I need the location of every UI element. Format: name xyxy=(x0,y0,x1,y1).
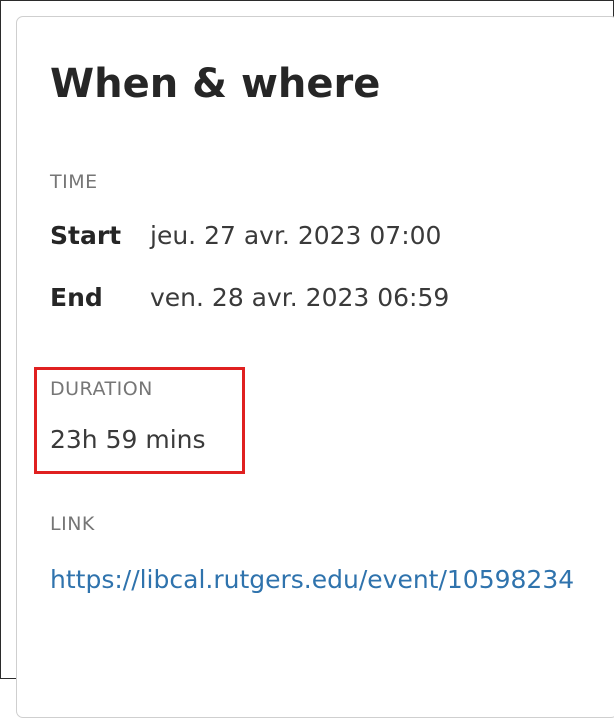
link-section-label: LINK xyxy=(50,513,95,535)
duration-value: 23h 59 mins xyxy=(50,425,206,454)
event-link[interactable]: https://libcal.rutgers.edu/event/1059823… xyxy=(50,556,595,604)
start-label: Start xyxy=(50,221,122,250)
end-value: ven. 28 avr. 2023 06:59 xyxy=(150,283,450,312)
time-section-label: TIME xyxy=(50,171,98,193)
end-label: End xyxy=(50,283,103,312)
start-value: jeu. 27 avr. 2023 07:00 xyxy=(150,221,442,250)
duration-section-label: DURATION xyxy=(50,378,153,400)
panel-title: When & where xyxy=(50,61,381,107)
